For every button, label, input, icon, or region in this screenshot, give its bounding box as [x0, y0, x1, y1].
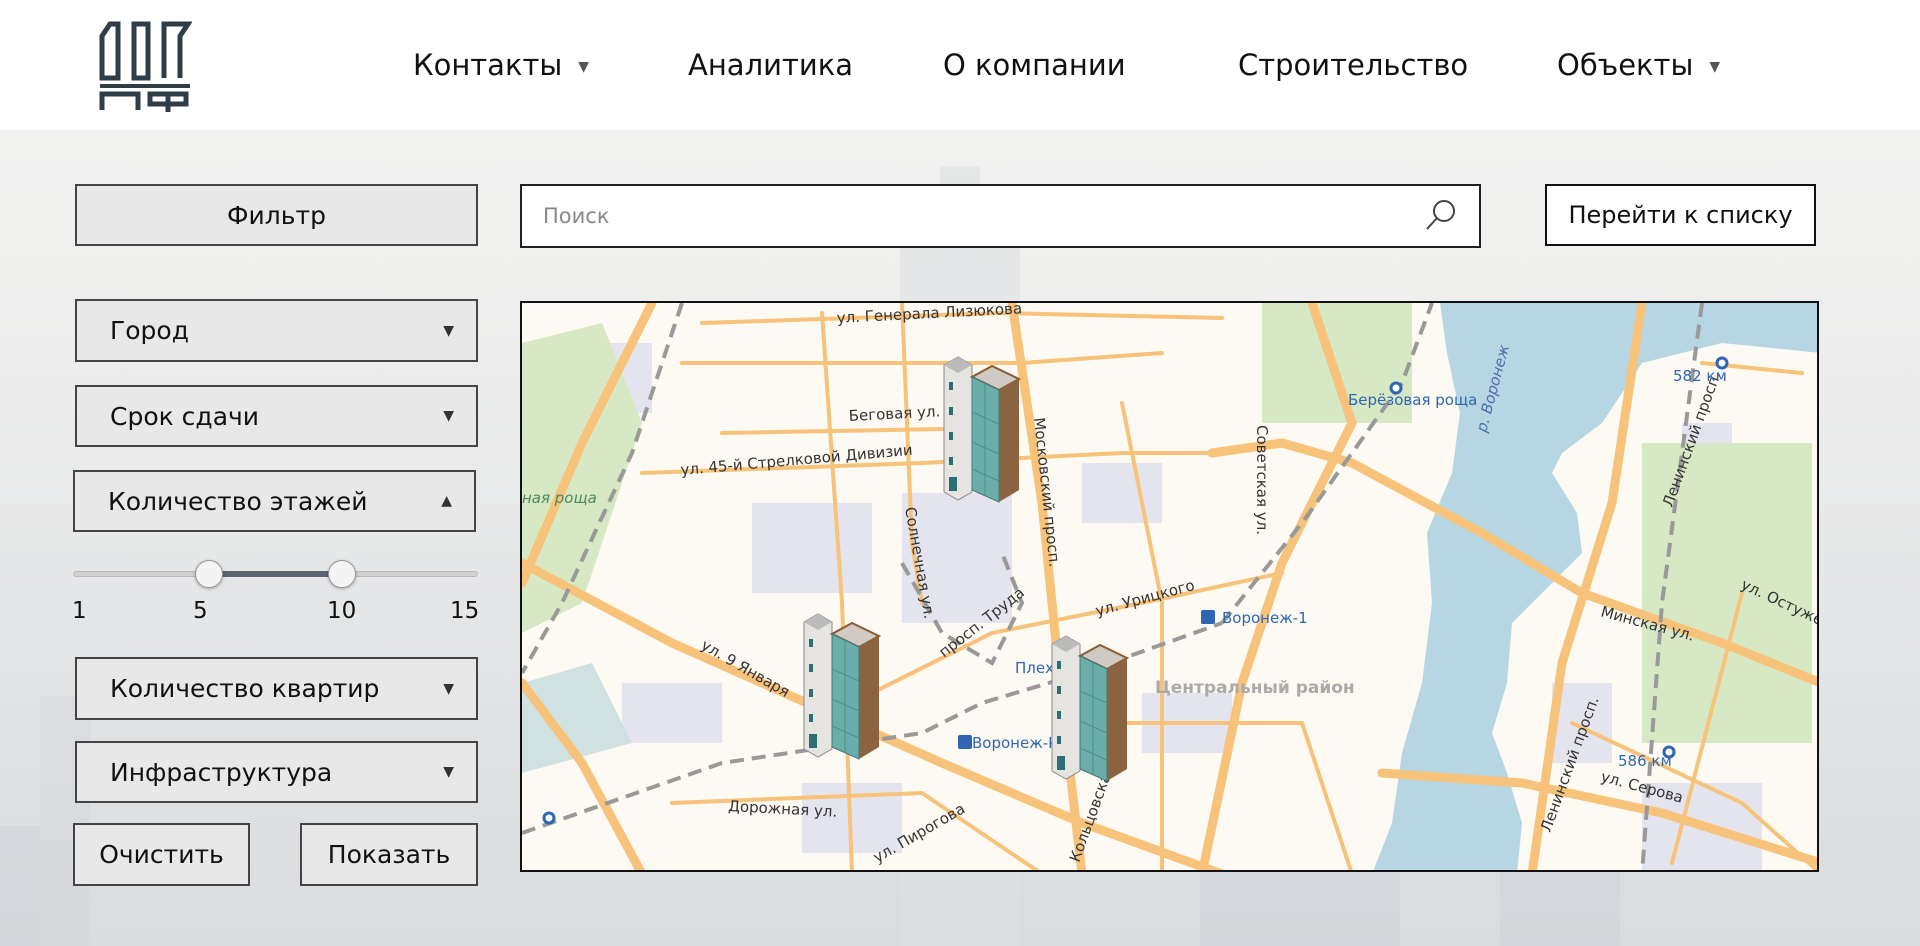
rail-stop-icon — [1389, 381, 1403, 395]
clear-button[interactable]: Очистить — [73, 823, 250, 886]
search-icon[interactable] — [1421, 196, 1461, 236]
nav-label: О компании — [943, 48, 1126, 82]
nav-objects[interactable]: Объекты ▼ — [1557, 48, 1720, 82]
train-station-icon — [1201, 610, 1215, 624]
map-label: ул. Генерала Лизюкова — [836, 303, 1022, 327]
dropdown-label: Срок сдачи — [110, 401, 260, 431]
caret-down-icon: ▼ — [578, 59, 590, 75]
floors-range-slider[interactable] — [73, 560, 478, 588]
caret-up-icon: ▲ — [441, 493, 452, 509]
district-label: Центральный район — [1155, 678, 1355, 698]
station-label[interactable]: 582 км — [1673, 367, 1727, 385]
apartments-dropdown[interactable]: Количество квартир ▼ — [75, 657, 478, 720]
floors-dropdown[interactable]: Количество этажей ▲ — [73, 470, 476, 532]
caret-down-icon: ▼ — [443, 680, 454, 697]
building-marker[interactable] — [1051, 635, 1128, 782]
slider-tick-label: 10 — [327, 598, 357, 624]
slider-tick-label: 1 — [72, 598, 87, 624]
caret-down-icon: ▼ — [443, 408, 454, 424]
map-view[interactable]: ул. Генерала Лизюкова Беговая ул. ул. 45… — [520, 301, 1819, 872]
building-marker[interactable] — [803, 613, 880, 760]
map-label: Советская ул. — [1253, 425, 1271, 535]
show-button[interactable]: Показать — [300, 823, 478, 886]
deadline-dropdown[interactable]: Срок сдачи ▼ — [75, 385, 478, 447]
slider-selected-range — [208, 571, 342, 577]
station-label[interactable]: Воронеж-1 — [1222, 609, 1308, 627]
slider-tick-label: 5 — [193, 598, 208, 624]
nav-label: Строительство — [1238, 48, 1469, 82]
nav-label: Контакты — [413, 48, 563, 82]
caret-down-icon: ▼ — [443, 764, 454, 780]
caret-down-icon: ▼ — [443, 322, 454, 339]
nav-analytics[interactable]: Аналитика — [688, 48, 853, 82]
site-header: Контакты ▼ Аналитика О компании Строитель… — [0, 0, 1920, 130]
map-label: Беговая ул. — [848, 402, 940, 425]
slider-tick-label: 15 — [450, 598, 480, 624]
nav-construction[interactable]: Строительство — [1238, 48, 1468, 82]
rail-stop-icon — [1715, 356, 1729, 370]
dropdown-label: Количество этажей — [108, 486, 368, 516]
search-input[interactable] — [522, 204, 1421, 228]
list-label: Перейти к списку — [1568, 201, 1793, 229]
dropdown-label: Инфраструктура — [110, 757, 333, 787]
dropdown-label: Город — [110, 316, 189, 345]
search-box[interactable] — [520, 184, 1481, 248]
slider-handle-low[interactable] — [194, 560, 223, 588]
caret-down-icon: ▼ — [1709, 59, 1721, 75]
building-marker[interactable] — [943, 356, 1020, 503]
nav-label: Аналитика — [688, 48, 853, 82]
go-to-list-button[interactable]: Перейти к списку — [1545, 184, 1816, 246]
slider-handle-high[interactable] — [327, 560, 356, 588]
rail-stop-icon — [1662, 745, 1676, 759]
clear-label: Очистить — [99, 840, 224, 869]
map-label: ул. Урицкого — [1093, 576, 1196, 620]
nav-about[interactable]: О компании — [943, 48, 1126, 82]
nav-label: Объекты — [1557, 48, 1694, 82]
map-label: ул. 45-й Стрелковой Дивизии — [680, 441, 914, 479]
filter-button[interactable]: Фильтр — [75, 184, 478, 246]
filter-label: Фильтр — [227, 200, 326, 230]
dropdown-label: Количество квартир — [110, 674, 380, 703]
nav-contacts[interactable]: Контакты ▼ — [413, 48, 589, 82]
train-station-icon — [958, 735, 972, 749]
map-label: ная роща — [522, 489, 597, 507]
dom-rf-logo[interactable] — [98, 20, 192, 112]
city-dropdown[interactable]: Город ▼ — [75, 299, 478, 362]
show-label: Показать — [327, 840, 451, 869]
rail-stop-icon — [542, 811, 556, 825]
station-label[interactable]: Берёзовая роща — [1348, 391, 1477, 409]
infrastructure-dropdown[interactable]: Инфраструктура ▼ — [75, 741, 478, 803]
map-label: Московский просп. — [1030, 417, 1064, 568]
